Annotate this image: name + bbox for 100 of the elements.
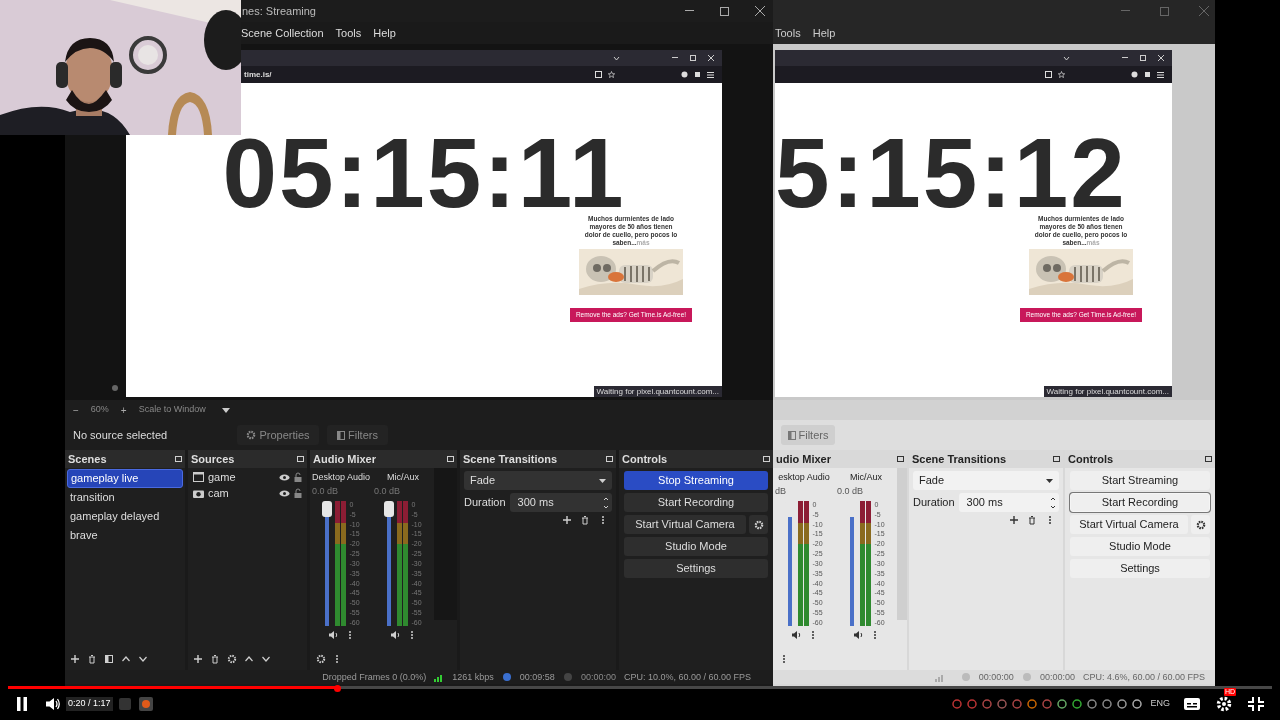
transition-dropdown[interactable]: Fade bbox=[913, 471, 1059, 490]
pause-icon[interactable] bbox=[16, 697, 28, 711]
star-icon[interactable] bbox=[608, 71, 615, 78]
tray-icon[interactable] bbox=[1072, 699, 1083, 709]
panel-title: Controls bbox=[1068, 451, 1114, 467]
lock-icon[interactable] bbox=[294, 472, 302, 482]
settings-icon[interactable] bbox=[316, 654, 326, 664]
move-down-icon[interactable] bbox=[261, 654, 271, 664]
chevron-down-icon[interactable] bbox=[613, 55, 620, 61]
speaker-icon[interactable] bbox=[389, 630, 401, 640]
zoom-out-button[interactable]: − bbox=[73, 402, 79, 418]
tray-icon[interactable] bbox=[1132, 699, 1143, 709]
close-icon[interactable] bbox=[755, 6, 765, 16]
menu-item[interactable]: Help bbox=[812, 24, 836, 42]
extensions-icon[interactable] bbox=[1144, 71, 1151, 78]
tray-icon[interactable] bbox=[1087, 699, 1098, 709]
restore-icon[interactable] bbox=[690, 55, 696, 61]
control-button[interactable]: Start Streaming bbox=[1070, 471, 1210, 490]
spinner-icon[interactable] bbox=[603, 495, 609, 510]
transition-dropdown[interactable]: Fade bbox=[464, 471, 612, 490]
add-icon[interactable] bbox=[1009, 515, 1019, 525]
zoom-in-button[interactable]: + bbox=[120, 402, 127, 418]
language-indicator[interactable]: ENG bbox=[1150, 697, 1170, 711]
control-button[interactable]: Start Virtual Camera bbox=[1070, 515, 1188, 534]
profile-icon[interactable] bbox=[1131, 71, 1138, 78]
volume-icon[interactable] bbox=[46, 697, 61, 711]
spinner-icon[interactable] bbox=[1050, 495, 1056, 510]
control-button[interactable]: Stop Streaming bbox=[624, 471, 768, 490]
volume-slider[interactable] bbox=[322, 501, 333, 626]
control-button[interactable]: Studio Mode bbox=[1070, 537, 1210, 556]
control-button[interactable]: Studio Mode bbox=[624, 537, 768, 556]
menu-item[interactable]: Scene Collection bbox=[241, 24, 324, 42]
tray-icon[interactable] bbox=[1102, 699, 1113, 709]
minimize-icon[interactable] bbox=[672, 57, 678, 59]
star-icon[interactable] bbox=[1058, 71, 1065, 78]
profile-icon[interactable] bbox=[681, 71, 688, 78]
filters-button[interactable]: Filters bbox=[327, 425, 388, 445]
download-icon[interactable] bbox=[595, 71, 602, 78]
tray-icon[interactable] bbox=[997, 699, 1008, 709]
slider-thumb[interactable] bbox=[384, 501, 395, 517]
properties-button[interactable]: Properties bbox=[237, 425, 319, 445]
eye-icon[interactable] bbox=[279, 473, 290, 481]
volume-slider[interactable] bbox=[384, 501, 395, 626]
subtitles-icon[interactable] bbox=[1184, 698, 1200, 710]
undock-icon[interactable] bbox=[1205, 456, 1212, 462]
settings-button[interactable] bbox=[749, 515, 768, 534]
menu-item[interactable]: Help bbox=[373, 24, 396, 42]
move-down-icon[interactable] bbox=[138, 654, 148, 664]
duration-field[interactable]: 300 ms bbox=[958, 493, 1059, 512]
scene-item[interactable]: gameplay delayed bbox=[67, 507, 183, 526]
menu-icon[interactable] bbox=[1157, 71, 1164, 78]
progress-handle[interactable] bbox=[333, 685, 341, 692]
scale-dropdown[interactable]: Scale to Window bbox=[138, 403, 239, 417]
gear-icon bbox=[753, 519, 764, 530]
menu-item[interactable]: Tools bbox=[335, 24, 362, 42]
lock-icon[interactable] bbox=[294, 488, 302, 498]
menu-icon[interactable] bbox=[707, 71, 714, 78]
settings-icon[interactable] bbox=[227, 654, 237, 664]
scene-item[interactable]: gameplay live bbox=[67, 469, 183, 488]
filter-icon[interactable] bbox=[104, 654, 114, 664]
control-button[interactable]: Settings bbox=[624, 559, 768, 578]
minimize-icon[interactable] bbox=[685, 10, 694, 12]
slider-thumb[interactable] bbox=[322, 501, 333, 517]
record-indicator-icon bbox=[1021, 673, 1032, 681]
exit-fullscreen-icon[interactable] bbox=[1248, 697, 1264, 711]
signal-icon bbox=[434, 672, 445, 682]
speaker-icon[interactable] bbox=[790, 630, 802, 640]
channel-name: Mic/Aux bbox=[850, 471, 882, 484]
scene-item[interactable]: brave bbox=[67, 526, 183, 545]
undock-icon[interactable] bbox=[1053, 456, 1060, 462]
restore-icon[interactable] bbox=[1140, 55, 1146, 61]
trash-icon[interactable] bbox=[1027, 515, 1037, 525]
source-item[interactable]: game bbox=[208, 468, 275, 486]
speaker-icon[interactable] bbox=[327, 630, 339, 640]
eye-icon[interactable] bbox=[279, 489, 290, 497]
filters-button[interactable]: Filters bbox=[781, 425, 835, 445]
maximize-icon[interactable] bbox=[720, 6, 729, 16]
control-button[interactable]: Start Recording bbox=[624, 493, 768, 512]
tray-icon[interactable] bbox=[1027, 699, 1038, 709]
download-icon[interactable] bbox=[1045, 71, 1052, 78]
speaker-icon[interactable] bbox=[852, 630, 864, 640]
tray-icon[interactable] bbox=[1117, 699, 1128, 709]
menu-item[interactable]: Tools bbox=[775, 24, 801, 42]
control-button[interactable]: Start Recording bbox=[1070, 493, 1210, 512]
settings-button[interactable] bbox=[1191, 515, 1210, 534]
control-button[interactable]: Settings bbox=[1070, 559, 1210, 578]
move-up-icon[interactable] bbox=[244, 654, 254, 664]
undock-icon[interactable] bbox=[897, 456, 904, 462]
volume-reading: dB bbox=[774, 484, 786, 498]
tray-icon[interactable] bbox=[1057, 699, 1068, 709]
control-button[interactable]: Start Virtual Camera bbox=[624, 515, 746, 534]
duration-field[interactable]: 300 ms bbox=[509, 493, 612, 512]
address-bar[interactable]: time.is/ bbox=[244, 68, 272, 81]
chevron-down-icon[interactable] bbox=[1063, 55, 1070, 61]
volume-reading: 0.0 dB bbox=[311, 484, 339, 498]
move-up-icon[interactable] bbox=[121, 654, 131, 664]
source-item[interactable]: cam bbox=[208, 484, 275, 502]
minimize-icon[interactable] bbox=[1122, 57, 1128, 59]
scene-item[interactable]: transition bbox=[67, 488, 183, 507]
extensions-icon[interactable] bbox=[694, 71, 701, 78]
